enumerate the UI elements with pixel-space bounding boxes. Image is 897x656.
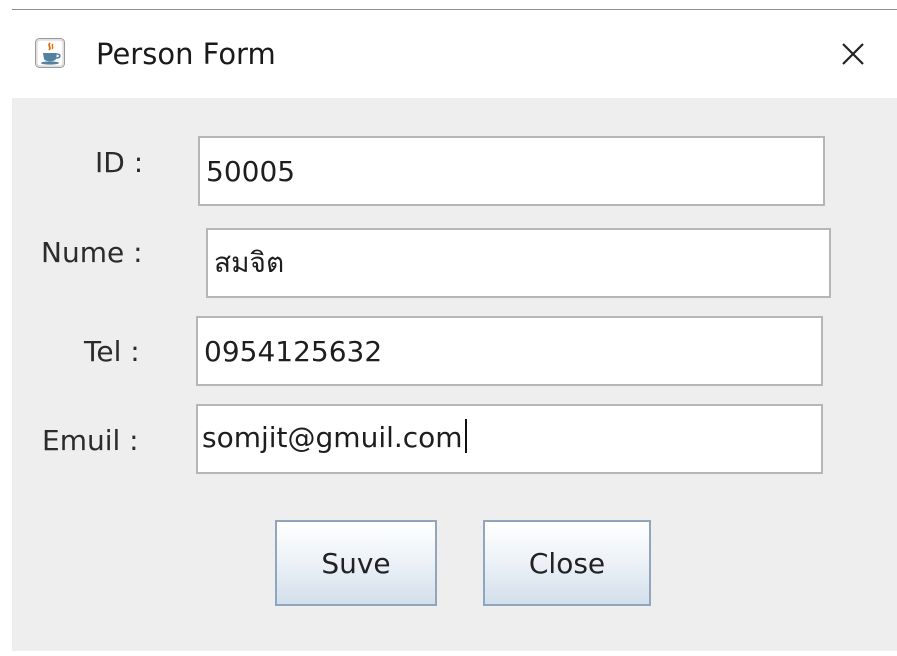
email-field-text: somjit@gmuil.com — [202, 406, 467, 470]
email-value: somjit@gmuil.com — [202, 421, 463, 454]
close-icon[interactable] — [837, 38, 869, 70]
form-panel: ID : Nume : Tel : Emuil : somjit@gmuil.c… — [12, 98, 897, 651]
tel-field[interactable] — [196, 316, 823, 386]
name-field[interactable] — [206, 228, 831, 298]
email-label: Emuil : — [42, 424, 139, 457]
id-label: ID : — [95, 146, 144, 179]
java-cup-icon — [35, 38, 65, 68]
text-caret — [464, 419, 467, 453]
id-field[interactable] — [198, 136, 825, 206]
save-button[interactable]: Suve — [275, 520, 437, 606]
window-title: Person Form — [96, 37, 276, 71]
email-field[interactable]: somjit@gmuil.com — [196, 404, 823, 474]
name-label: Nume : — [41, 236, 143, 269]
close-button[interactable]: Close — [483, 520, 651, 606]
person-form-window: Person Form ID : Nume : Tel : Emuil : so… — [12, 10, 897, 656]
title-bar[interactable]: Person Form — [12, 10, 897, 98]
tel-label: Tel : — [84, 335, 140, 368]
